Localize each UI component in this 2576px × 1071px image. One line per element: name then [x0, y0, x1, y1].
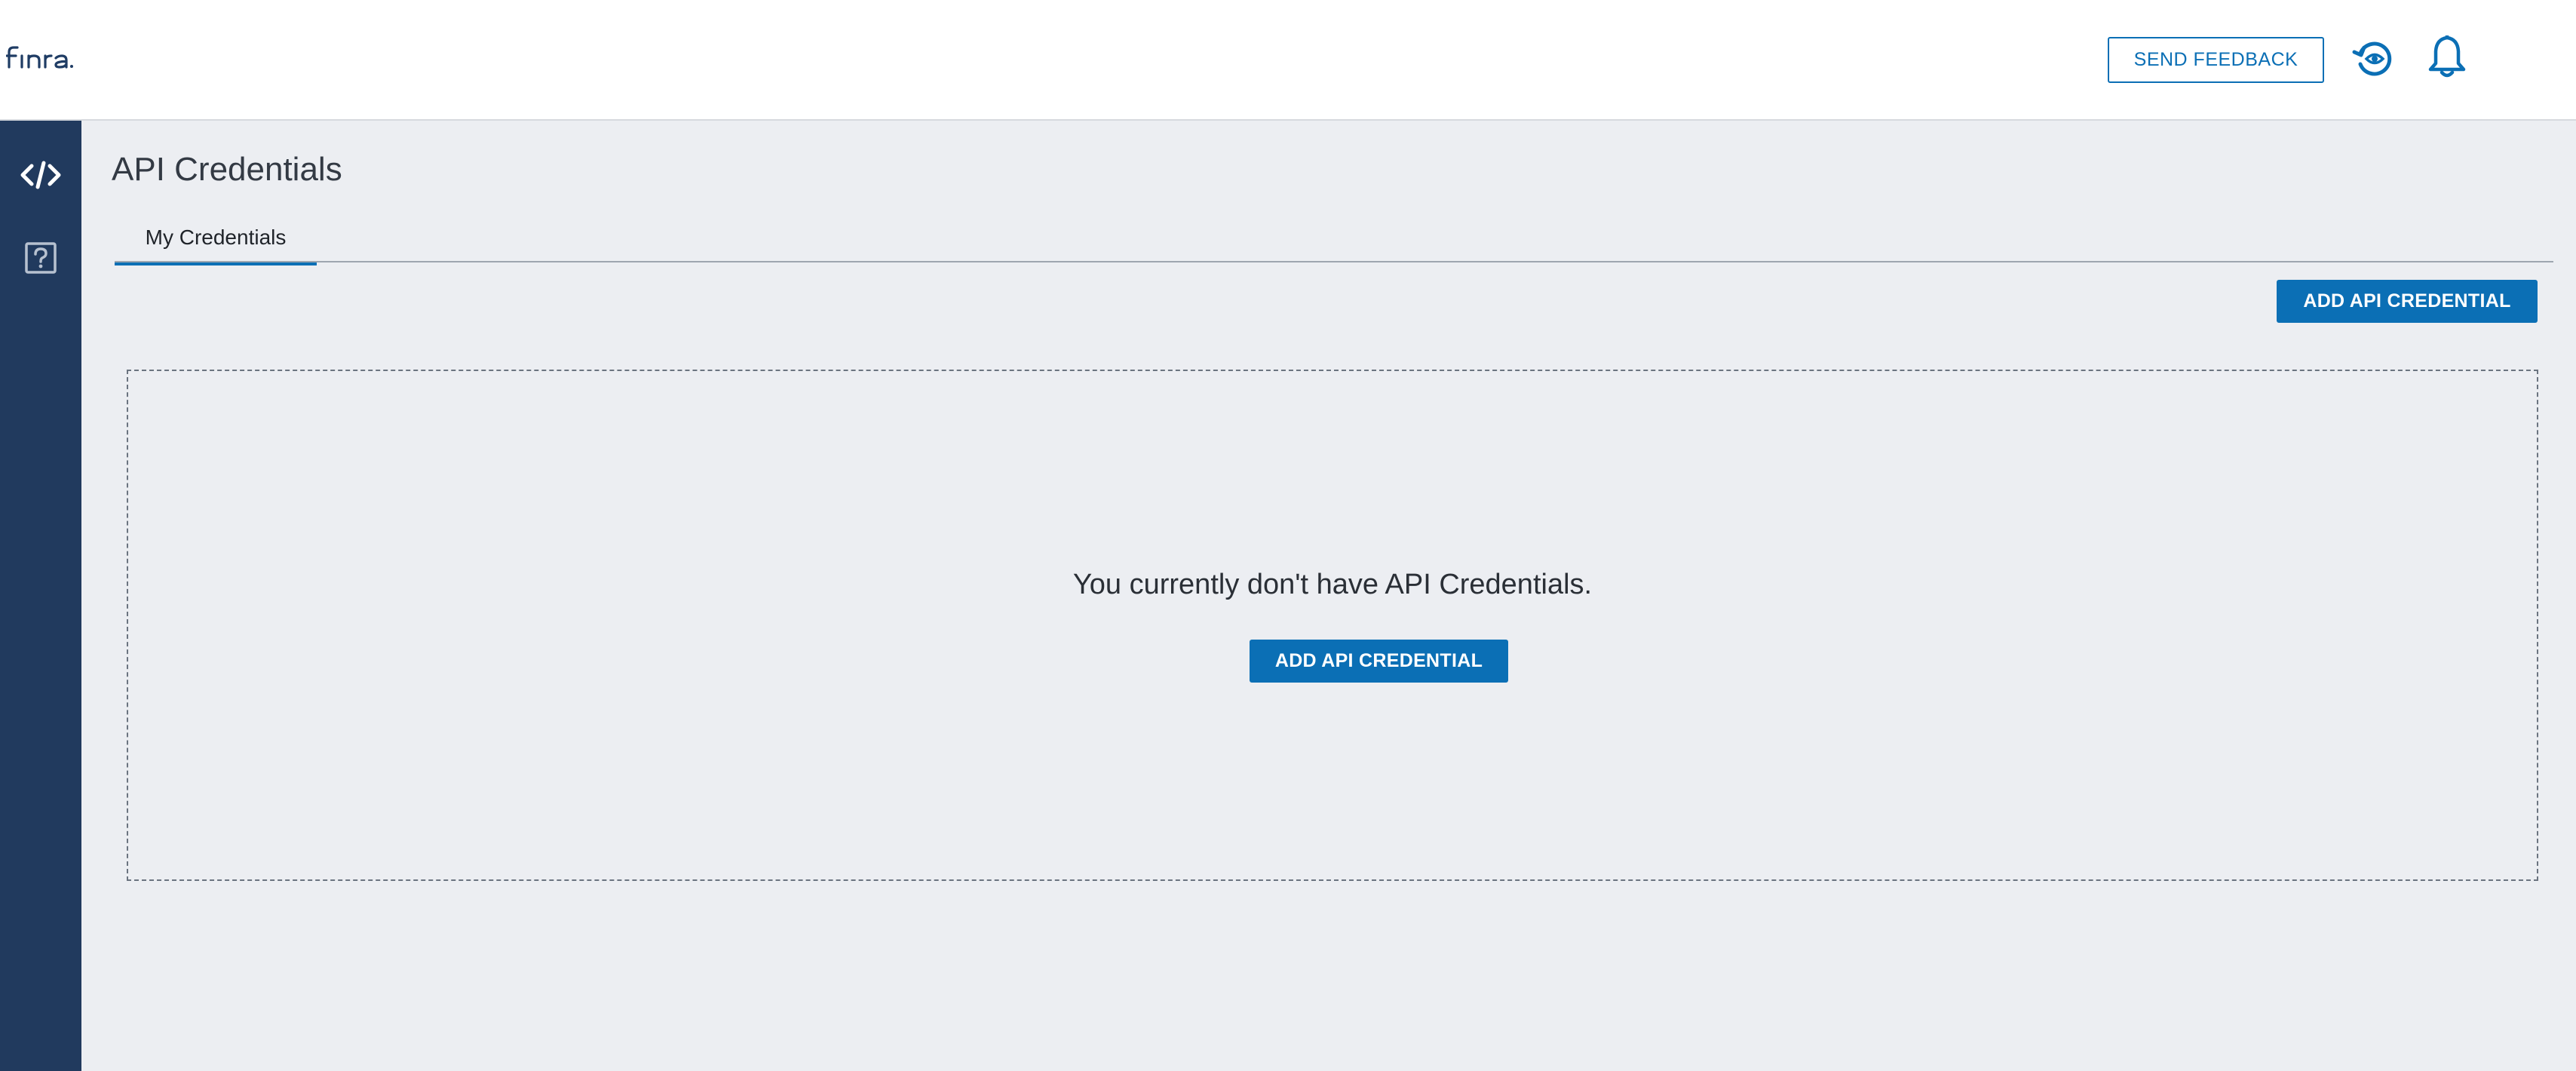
top-header: SEND FEEDBACK	[0, 0, 2576, 121]
empty-state-message: You currently don't have API Credentials…	[1072, 569, 1593, 600]
tab-label: My Credentials	[145, 226, 287, 249]
page-title: API Credentials	[112, 151, 342, 188]
history-eye-icon[interactable]	[2347, 33, 2401, 83]
tab-my-credentials[interactable]: My Credentials	[115, 211, 317, 265]
finra-logo[interactable]	[6, 39, 90, 77]
left-sidebar	[0, 121, 81, 1071]
send-feedback-button[interactable]: SEND FEEDBACK	[2108, 37, 2324, 83]
sidebar-item-api-credentials[interactable]	[0, 137, 81, 213]
finra-logo-mark	[6, 46, 73, 69]
main-content: API Credentials My Credentials ADD API C…	[81, 121, 2576, 1071]
empty-state-add-button[interactable]: ADD API CREDENTIAL	[1250, 640, 1508, 683]
code-icon	[20, 161, 61, 189]
help-icon	[25, 242, 57, 274]
add-api-credential-button[interactable]: ADD API CREDENTIAL	[2277, 280, 2538, 323]
bell-icon[interactable]	[2421, 30, 2473, 84]
empty-state-panel: You currently don't have API Credentials…	[127, 370, 2538, 881]
sidebar-item-help[interactable]	[0, 220, 81, 296]
tabs-divider	[115, 261, 2553, 262]
